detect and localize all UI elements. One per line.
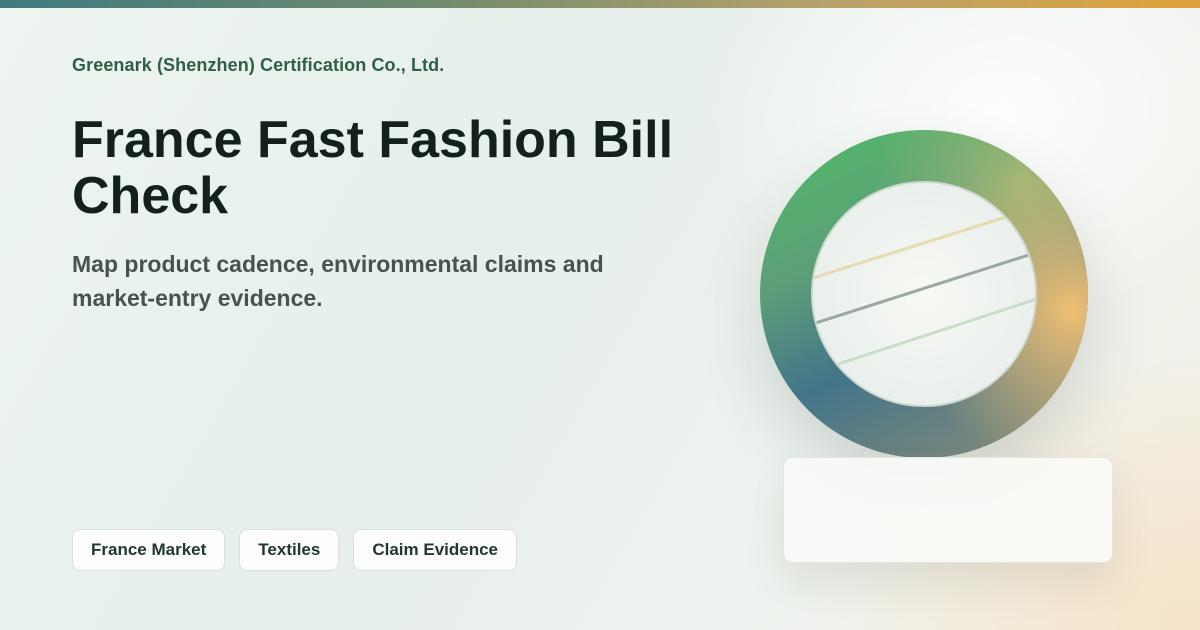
company-name: Greenark (Shenzhen) Certification Co., L…	[72, 55, 445, 75]
page-title: France Fast Fashion Bill Check	[72, 111, 674, 225]
tag-textiles[interactable]: Textiles	[239, 529, 340, 571]
top-accent-bar	[0, 0, 1200, 8]
ring-emblem-icon	[760, 130, 1088, 458]
tag-list: France Market Textiles Claim Evidence	[72, 529, 518, 571]
tag-claim-evidence[interactable]: Claim Evidence	[353, 529, 518, 571]
tag-france-market[interactable]: France Market	[72, 529, 226, 571]
base-card	[783, 457, 1113, 563]
page-subtitle: Map product cadence, environmental claim…	[72, 251, 604, 311]
